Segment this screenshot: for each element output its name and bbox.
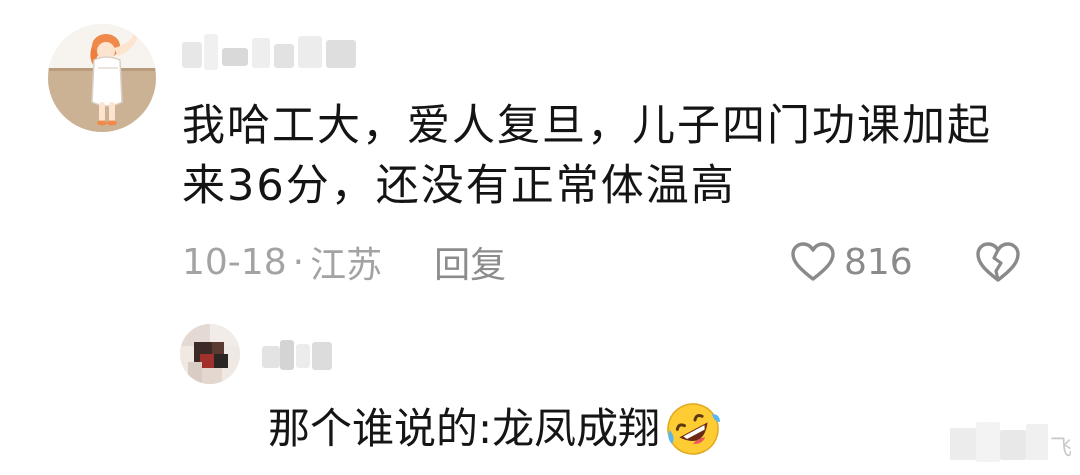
reply-username-redacted[interactable] [262, 338, 342, 372]
like-count: 816 [844, 241, 913, 283]
watermark-text: 飞 [1049, 436, 1072, 461]
reply-text-line: 那个谁说的:龙凤成翔 [268, 400, 722, 458]
reply-text: 那个谁说的:龙凤成翔 [268, 404, 661, 453]
reply-avatar[interactable] [180, 324, 240, 384]
comment-location: 江苏 [310, 245, 383, 286]
meta-separator: · [292, 241, 305, 283]
comment-meta: 10-18 · 江苏 回复 [182, 236, 506, 288]
dislike-button[interactable] [974, 238, 1022, 286]
reply-item: 那个谁说的:龙凤成翔 [0, 318, 1080, 475]
user-avatar[interactable] [48, 24, 156, 132]
reply-button[interactable]: 回复 [434, 236, 506, 288]
comment-item: 我哈工大，爱人复旦，儿子四门功课加起来36分，还没有正常体温高 10-18 · … [0, 0, 1080, 300]
like-button[interactable]: 816 [790, 236, 913, 288]
comment-text: 我哈工大，爱人复旦，儿子四门功课加起来36分，还没有正常体温高 [182, 101, 992, 211]
username-redacted[interactable] [182, 30, 362, 72]
broken-heart-icon [976, 242, 1020, 282]
watermark: 飞 [950, 418, 1080, 468]
pixelated-avatar-icon [180, 324, 240, 384]
rolling-laughing-emoji-icon [667, 403, 721, 455]
cartoon-girl-avatar-icon [48, 24, 156, 132]
heart-outline-icon [791, 242, 835, 281]
comment-date: 10-18 [182, 241, 287, 283]
